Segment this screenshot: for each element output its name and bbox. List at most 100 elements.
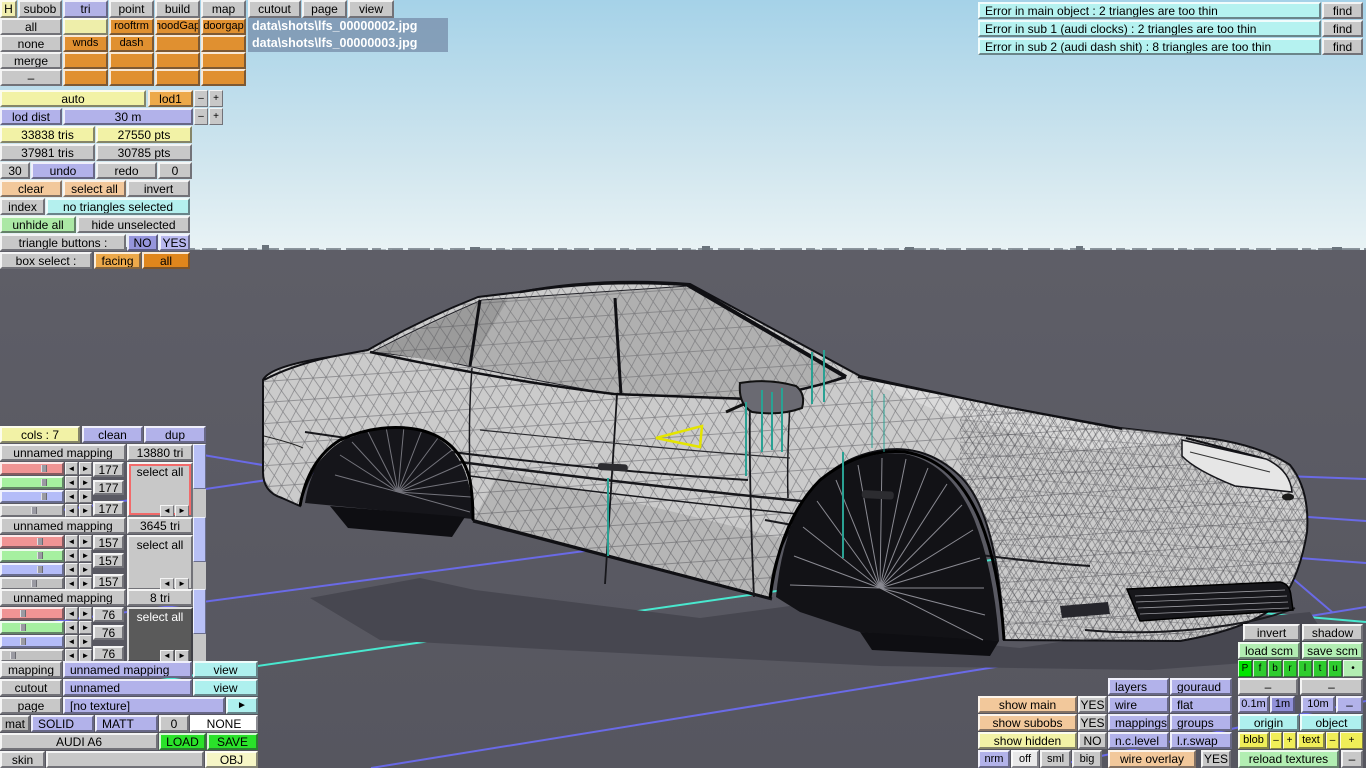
green-step-right[interactable]: ► bbox=[79, 476, 92, 489]
skin-name-field[interactable] bbox=[46, 751, 204, 768]
current-page-texture[interactable]: [no texture] bbox=[63, 697, 225, 714]
blue-step-left[interactable]: ◄ bbox=[65, 563, 78, 576]
shadow-button[interactable]: shadow bbox=[1302, 624, 1363, 641]
red-slider[interactable] bbox=[0, 535, 64, 548]
blue-slider[interactable] bbox=[0, 563, 64, 576]
mapping-next-button[interactable]: ► bbox=[175, 505, 189, 517]
blob-button[interactable]: blob bbox=[1238, 732, 1269, 749]
lr-swap-button[interactable]: l.r.swap bbox=[1170, 732, 1232, 749]
cutout-mode-button[interactable]: cutout bbox=[0, 679, 62, 696]
mapping-prev-button[interactable]: ◄ bbox=[160, 505, 174, 517]
mat-matt-button[interactable]: MATT bbox=[95, 715, 158, 732]
redo-button[interactable]: redo bbox=[96, 162, 157, 179]
blue-slider[interactable] bbox=[0, 490, 64, 503]
page-next-button[interactable]: ► bbox=[226, 697, 258, 714]
model-name[interactable]: AUDI A6 bbox=[0, 733, 158, 750]
nrm-button[interactable]: nrm bbox=[978, 750, 1010, 768]
reload-textures-button[interactable]: reload textures bbox=[1238, 750, 1339, 768]
invert-selection-button[interactable]: invert bbox=[127, 180, 190, 197]
red-step-right[interactable]: ► bbox=[79, 462, 92, 475]
red-step-right[interactable]: ► bbox=[79, 535, 92, 548]
red-slider-handle[interactable] bbox=[41, 465, 47, 472]
tab-build[interactable]: build bbox=[155, 0, 200, 18]
lod-dist-value[interactable]: 30 m bbox=[63, 108, 193, 125]
layers-button[interactable]: layers bbox=[1108, 678, 1169, 695]
error-find-button[interactable]: find bbox=[1322, 2, 1363, 19]
blue-step-right[interactable]: ► bbox=[79, 563, 92, 576]
green-slider[interactable] bbox=[0, 621, 64, 634]
lod-dist-minus-button[interactable]: – bbox=[194, 108, 208, 125]
blue-slider-handle[interactable] bbox=[20, 638, 26, 645]
hide-unselected-button[interactable]: hide unselected bbox=[77, 216, 190, 233]
wire-overlay-button[interactable]: wire overlay bbox=[1108, 750, 1196, 768]
green-slider-handle[interactable] bbox=[20, 624, 26, 631]
view-preset-l[interactable]: l bbox=[1298, 660, 1312, 677]
blue-slider-handle[interactable] bbox=[41, 493, 47, 500]
skin-button[interactable]: skin bbox=[0, 751, 45, 768]
nrm-off-button[interactable]: off bbox=[1011, 750, 1039, 768]
tab-point[interactable]: point bbox=[109, 0, 154, 18]
show-main-button[interactable]: show main bbox=[978, 696, 1077, 713]
grid-off-button[interactable]: – bbox=[1336, 696, 1363, 713]
tab-page[interactable]: page bbox=[302, 0, 347, 18]
load-button[interactable]: LOAD bbox=[159, 733, 206, 750]
view-preset-f[interactable]: f bbox=[1253, 660, 1267, 677]
tab-subob[interactable]: subob bbox=[18, 0, 62, 18]
show-main-state[interactable]: YES bbox=[1078, 696, 1107, 713]
red-step-left[interactable]: ◄ bbox=[65, 607, 78, 620]
box-select-all[interactable]: all bbox=[142, 252, 190, 269]
red-value[interactable]: 157 bbox=[93, 535, 124, 550]
minus-button[interactable]: – bbox=[0, 69, 62, 86]
green-value[interactable]: 76 bbox=[93, 625, 124, 640]
blue-value[interactable]: 177 bbox=[93, 501, 124, 516]
nrm-sml-button[interactable]: sml bbox=[1040, 750, 1071, 768]
load-scm-button[interactable]: load scm bbox=[1238, 642, 1300, 659]
mapping-scrollbar-thumb[interactable] bbox=[193, 517, 206, 562]
bright-slider[interactable] bbox=[0, 504, 64, 517]
view-preset-u[interactable]: u bbox=[1328, 660, 1342, 677]
bright-slider-handle[interactable] bbox=[31, 507, 37, 514]
tab-h[interactable]: H bbox=[0, 0, 17, 18]
green-value[interactable]: 157 bbox=[93, 553, 124, 568]
group-wnds[interactable]: wnds bbox=[63, 35, 108, 52]
red-value[interactable]: 177 bbox=[93, 462, 124, 477]
blue-step-right[interactable]: ► bbox=[79, 635, 92, 648]
tab-map[interactable]: map bbox=[201, 0, 246, 18]
blue-step-right[interactable]: ► bbox=[79, 490, 92, 503]
green-step-left[interactable]: ◄ bbox=[65, 621, 78, 634]
blue-slider-handle[interactable] bbox=[37, 566, 43, 573]
invert-button[interactable]: invert bbox=[1243, 624, 1300, 641]
select-all-tris-button[interactable]: select all bbox=[63, 180, 126, 197]
mapping-scrollbar-thumb[interactable] bbox=[193, 444, 206, 489]
lod1-button[interactable]: lod1 bbox=[148, 90, 193, 107]
lod-minus-button[interactable]: – bbox=[194, 90, 208, 107]
view-preset-p[interactable]: P bbox=[1238, 660, 1252, 677]
save-scm-button[interactable]: save scm bbox=[1302, 642, 1363, 659]
mat-solid-button[interactable]: SOLID bbox=[31, 715, 94, 732]
select-none-button[interactable]: none bbox=[0, 35, 62, 52]
blob-plus-button[interactable]: + bbox=[1283, 732, 1296, 749]
blue-value[interactable]: 157 bbox=[93, 574, 124, 589]
merge-button[interactable]: merge bbox=[0, 52, 62, 69]
view-preset-r[interactable]: r bbox=[1283, 660, 1297, 677]
lod-plus-button[interactable]: + bbox=[209, 90, 223, 107]
undo-button[interactable]: undo bbox=[31, 162, 95, 179]
save-button[interactable]: SAVE bbox=[207, 733, 258, 750]
nrm-big-button[interactable]: big bbox=[1072, 750, 1102, 768]
view-preset-t[interactable]: t bbox=[1313, 660, 1327, 677]
text-button[interactable]: text bbox=[1297, 732, 1325, 749]
tab-tri[interactable]: tri bbox=[63, 0, 108, 18]
blue-slider[interactable] bbox=[0, 635, 64, 648]
mapping-name[interactable]: unnamed mapping bbox=[0, 589, 126, 606]
red-slider[interactable] bbox=[0, 607, 64, 620]
bright-slider-handle[interactable] bbox=[31, 580, 37, 587]
triangle-buttons-no[interactable]: NO bbox=[127, 234, 158, 251]
lod-dist-plus-button[interactable]: + bbox=[209, 108, 223, 125]
wire-overlay-state[interactable]: YES bbox=[1201, 750, 1231, 768]
cutout-view-button[interactable]: view bbox=[193, 679, 258, 696]
unhide-all-button[interactable]: unhide all bbox=[0, 216, 76, 233]
red-value[interactable]: 76 bbox=[93, 607, 124, 622]
tab-cutout[interactable]: cutout bbox=[248, 0, 301, 18]
green-step-right[interactable]: ► bbox=[79, 549, 92, 562]
green-step-right[interactable]: ► bbox=[79, 621, 92, 634]
